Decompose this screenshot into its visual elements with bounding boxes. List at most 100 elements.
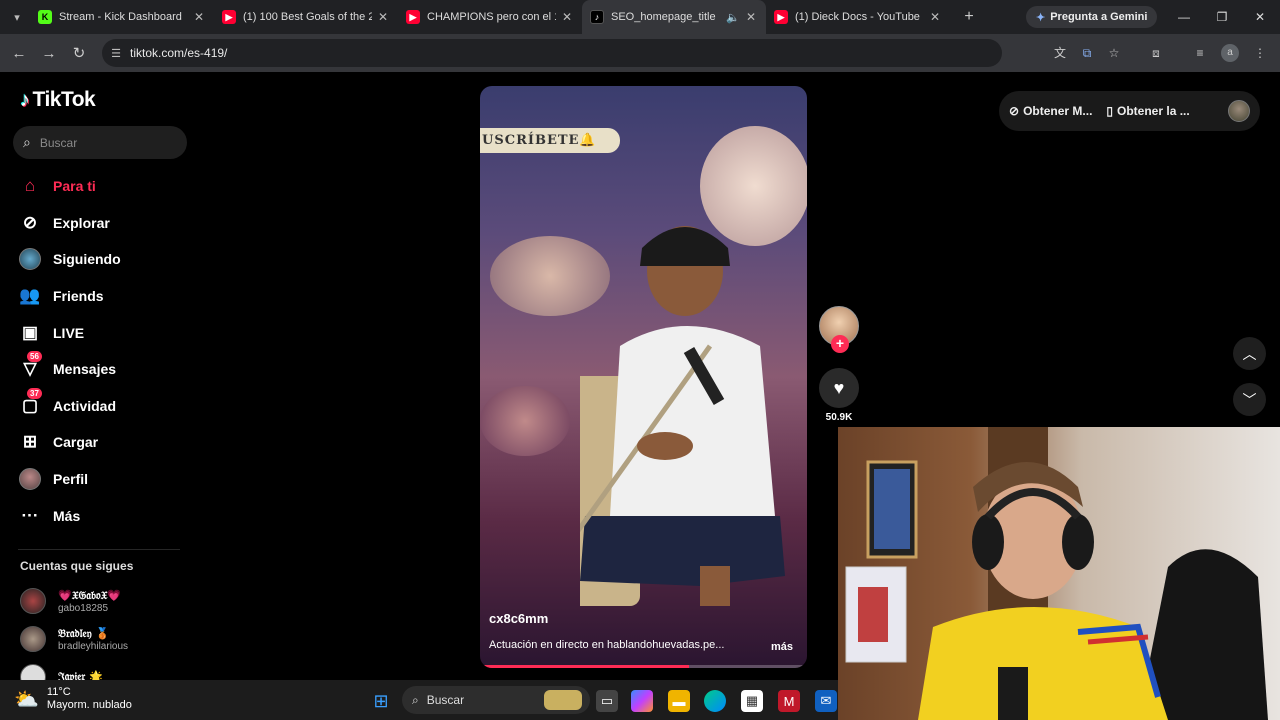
search-highlight-icon bbox=[544, 690, 582, 710]
tiktok-icon: ♪ bbox=[590, 10, 604, 24]
browser-tab[interactable]: ▶ (1) Dieck Docs - YouTube ✕ bbox=[766, 0, 950, 34]
gemini-label: Pregunta a Gemini bbox=[1050, 11, 1148, 23]
tab-title: Stream - Kick Dashboard bbox=[59, 11, 182, 23]
store-icon[interactable]: ▦ bbox=[741, 690, 763, 712]
tab-title: CHAMPIONS pero con el 11 bbox=[427, 11, 556, 23]
account-name: 💗𝔛𝔊𝔞𝔟𝔬𝔛💗 bbox=[58, 588, 122, 602]
address-bar[interactable]: ☰ tiktok.com/es-419/ bbox=[102, 39, 1002, 67]
back-button[interactable]: ← bbox=[4, 45, 34, 62]
search-placeholder: Buscar bbox=[39, 135, 78, 150]
sidebar-item-cargar[interactable]: ⊞ Cargar bbox=[18, 424, 198, 461]
extensions-icon[interactable]: ⧈ bbox=[1147, 44, 1165, 62]
mail-icon[interactable]: ✉ bbox=[815, 690, 837, 712]
windows-start-icon[interactable]: ⊞ bbox=[370, 690, 392, 712]
new-tab-button[interactable]: + bbox=[956, 8, 982, 26]
browser-tab[interactable]: K Stream - Kick Dashboard ✕ bbox=[30, 0, 214, 34]
media-icon[interactable]: ≡ bbox=[1191, 44, 1209, 62]
divider bbox=[18, 549, 180, 550]
get-coins-button[interactable]: ⊘ Obtener M... bbox=[1009, 104, 1092, 118]
browser-tab[interactable]: ▶ CHAMPIONS pero con el 11 ✕ bbox=[398, 0, 582, 34]
top-right-actions: ⊘ Obtener M... ▯ Obtener la ... bbox=[999, 91, 1260, 131]
follow-plus-icon[interactable]: + bbox=[831, 335, 849, 353]
sidebar-item-friends[interactable]: 👥 Friends bbox=[18, 278, 198, 315]
get-app-button[interactable]: ▯ Obtener la ... bbox=[1106, 104, 1189, 118]
following-account[interactable]: 💗𝔛𝔊𝔞𝔟𝔬𝔛💗 gabo18285 bbox=[20, 588, 121, 614]
creator-avatar[interactable]: + bbox=[819, 306, 859, 353]
sidebar-nav: ⌂ Para ti ⊘ Explorar Siguiendo 👥 Friends… bbox=[18, 168, 198, 534]
caption-more-button[interactable]: más bbox=[771, 641, 793, 653]
browser-tab-bar: ▾ K Stream - Kick Dashboard ✕ ▶ (1) 100 … bbox=[0, 0, 1280, 34]
user-avatar[interactable] bbox=[1228, 100, 1250, 122]
previous-video-button[interactable]: ︿ bbox=[1233, 337, 1266, 370]
inbox-icon: ▽ 56 bbox=[18, 351, 42, 381]
menu-kebab-icon[interactable]: ⋮ bbox=[1251, 44, 1269, 62]
speaker-icon[interactable]: 🔈 bbox=[726, 11, 740, 24]
gemini-button[interactable]: ✦ Pregunta a Gemini bbox=[1026, 6, 1158, 28]
edge-icon[interactable] bbox=[704, 690, 726, 712]
video-player[interactable]: USCRÍBETE🔔 cx8c6mm Actuación en directo … bbox=[480, 86, 807, 668]
reload-button[interactable]: ↻ bbox=[64, 44, 94, 62]
browser-tab-active[interactable]: ♪ SEO_homepage_title 🔈 ✕ bbox=[582, 0, 766, 34]
tab-title: (1) Dieck Docs - YouTube bbox=[795, 11, 920, 23]
video-author-username[interactable]: cx8c6mm bbox=[489, 611, 548, 626]
sidebar-item-label: Mensajes bbox=[53, 361, 117, 378]
sidebar-item-perfil[interactable]: Perfil bbox=[18, 461, 198, 498]
bookmark-star-icon[interactable]: ☆ bbox=[1105, 44, 1123, 62]
profile-avatar-icon[interactable]: a bbox=[1221, 44, 1239, 62]
search-icon: ⌕ bbox=[412, 692, 419, 707]
sidebar-item-para-ti[interactable]: ⌂ Para ti bbox=[18, 168, 198, 205]
upload-icon: ⊞ bbox=[22, 432, 38, 452]
sidebar-item-label: Para ti bbox=[53, 178, 96, 195]
browser-toolbar: ← → ↻ ☰ tiktok.com/es-419/ 文 ⧉ ☆ ⧈ ≡ a ⋮ bbox=[0, 34, 1280, 72]
heart-icon: ♥ bbox=[833, 377, 845, 398]
friends-icon: 👥 bbox=[19, 286, 41, 306]
mcafee-icon[interactable]: M bbox=[778, 690, 800, 712]
compass-icon: ⊘ bbox=[22, 212, 38, 232]
tab-close-icon[interactable]: ✕ bbox=[928, 10, 942, 24]
sidebar-item-actividad[interactable]: ▢ 37 Actividad bbox=[18, 387, 198, 425]
weather-widget[interactable]: ⛅ 11°C Mayorm. nublado bbox=[14, 686, 132, 712]
forward-button[interactable]: → bbox=[34, 45, 64, 62]
account-handle: gabo18285 bbox=[58, 602, 109, 614]
browser-tab[interactable]: ▶ (1) 100 Best Goals of the 20 ✕ bbox=[214, 0, 398, 34]
next-video-button[interactable]: ﹀ bbox=[1233, 383, 1266, 416]
home-icon: ⌂ bbox=[24, 176, 36, 196]
taskbar-search-placeholder: Buscar bbox=[426, 693, 465, 707]
sidebar-item-siguiendo[interactable]: Siguiendo bbox=[18, 241, 198, 278]
task-view-icon[interactable]: ▭ bbox=[596, 690, 618, 712]
message-count-badge: 56 bbox=[27, 351, 42, 363]
taskbar-search-input[interactable]: ⌕ Buscar bbox=[402, 686, 590, 714]
video-caption: Actuación en directo en hablandohuevadas… bbox=[489, 639, 725, 651]
youtube-icon: ▶ bbox=[406, 10, 420, 24]
tab-close-icon[interactable]: ✕ bbox=[744, 10, 758, 24]
tab-search-icon[interactable]: ▾ bbox=[7, 7, 27, 27]
file-explorer-icon[interactable]: ▬ bbox=[668, 690, 690, 712]
tab-title: (1) 100 Best Goals of the 20 bbox=[243, 11, 372, 23]
tab-close-icon[interactable]: ✕ bbox=[560, 10, 574, 24]
translate-icon[interactable]: 文 bbox=[1051, 44, 1069, 62]
like-button[interactable]: ♥ bbox=[819, 368, 859, 408]
tiktok-logo[interactable]: ♪ TikTok bbox=[20, 88, 96, 112]
like-count: 50.9K bbox=[825, 412, 853, 423]
sidebar-item-explorar[interactable]: ⊘ Explorar bbox=[18, 205, 198, 242]
sidebar-item-mensajes[interactable]: ▽ 56 Mensajes bbox=[18, 351, 198, 388]
webcam-scene bbox=[845, 427, 1268, 720]
tab-close-icon[interactable]: ✕ bbox=[376, 10, 390, 24]
video-person-figure bbox=[580, 226, 785, 606]
sidebar-item-live[interactable]: ▣ LIVE bbox=[18, 314, 198, 351]
close-window-button[interactable]: ✕ bbox=[1241, 0, 1279, 34]
restore-button[interactable]: ❐ bbox=[1203, 0, 1241, 34]
following-account[interactable]: 𝔅𝔯𝔞𝔡𝔩𝔢𝔶 🥉 bradleyhilarious bbox=[20, 626, 128, 652]
sidebar-item-label: Explorar bbox=[53, 214, 110, 231]
video-progress-bar[interactable] bbox=[480, 665, 807, 668]
profile-avatar-icon bbox=[18, 467, 42, 491]
copilot-icon[interactable] bbox=[631, 690, 653, 712]
cast-icon[interactable]: ⧉ bbox=[1078, 44, 1096, 62]
sidebar-item-mas[interactable]: ··· Más bbox=[18, 497, 198, 534]
minimize-button[interactable]: — bbox=[1165, 0, 1203, 34]
tab-close-icon[interactable]: ✕ bbox=[192, 10, 206, 24]
site-info-icon[interactable]: ☰ bbox=[102, 47, 130, 60]
search-input[interactable]: ⌕ Buscar bbox=[13, 126, 187, 159]
youtube-icon: ▶ bbox=[222, 10, 236, 24]
video-subscribe-overlay: USCRÍBETE🔔 bbox=[480, 128, 620, 153]
